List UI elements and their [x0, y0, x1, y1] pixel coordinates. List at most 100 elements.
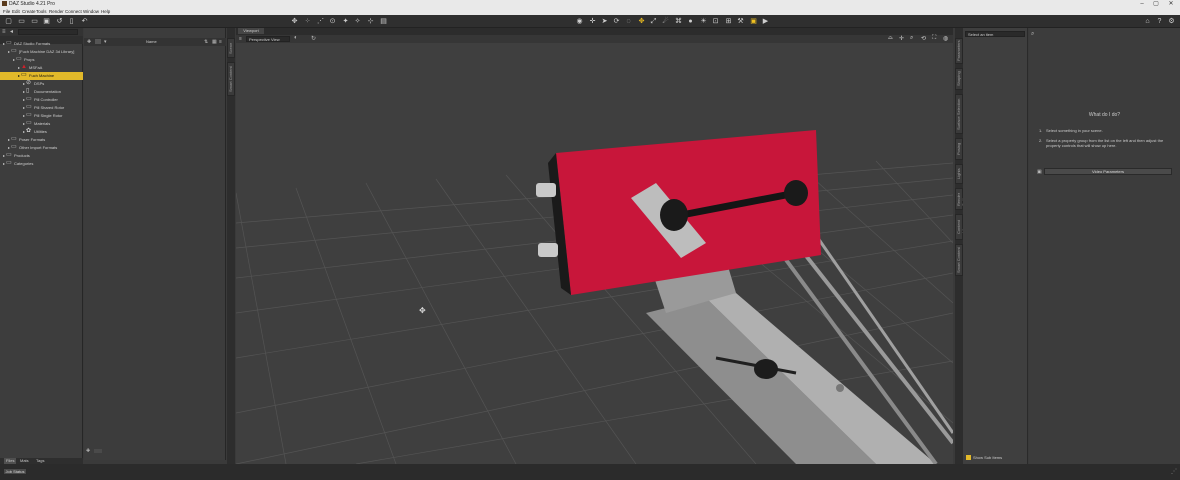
expand-arrow-icon[interactable]: ▸	[18, 73, 20, 78]
expand-arrow-icon[interactable]: ▸	[3, 41, 5, 46]
tree-item[interactable]: ▸▭ Poser Formats	[0, 136, 83, 144]
tab-shaping[interactable]: Shaping	[955, 68, 963, 90]
bend-icon[interactable]: ⌘	[674, 17, 683, 26]
expand-arrow-icon[interactable]: ▸	[8, 49, 10, 54]
tree-item[interactable]: ▸▭ Categories	[0, 160, 83, 168]
tree-item[interactable]: ▸▯ Documentation	[0, 88, 83, 96]
camera-view-icon[interactable]: ⌓	[888, 35, 893, 42]
job-status-button[interactable]: Job Status	[3, 468, 27, 475]
tree-search-input[interactable]	[18, 29, 78, 35]
menu-file[interactable]: File	[3, 9, 10, 14]
menu-tools[interactable]: Tools	[36, 9, 47, 14]
expand-arrow-icon[interactable]: ▸	[8, 137, 10, 142]
spot-render-icon[interactable]: ✧	[353, 17, 362, 26]
scale-icon[interactable]: ⤢	[649, 17, 658, 26]
light-icon[interactable]: ☀	[699, 17, 708, 26]
arrow-left-icon[interactable]: ◂	[10, 29, 16, 35]
minimize-icon[interactable]: –	[1136, 0, 1148, 8]
home-icon[interactable]: ⌂	[1143, 17, 1152, 26]
tab-render-settings[interactable]: Render Settings	[955, 188, 966, 210]
expand-arrow-icon[interactable]: ▸	[18, 65, 20, 70]
content-add-icon[interactable]: ✚	[86, 448, 90, 454]
joint-tool-icon[interactable]: ⊙	[328, 17, 337, 26]
lock-icon[interactable]: ▣	[749, 17, 758, 26]
sphere-icon[interactable]: ●	[686, 17, 695, 26]
menu-icon[interactable]: ≡	[2, 29, 8, 35]
pose-tool-icon[interactable]: ☄	[661, 17, 670, 26]
universal-tool-icon[interactable]: ✥	[290, 17, 299, 26]
expand-arrow-icon[interactable]: ▸	[23, 105, 25, 110]
move-icon[interactable]: ✛	[588, 17, 597, 26]
expand-arrow-icon[interactable]: ▸	[3, 153, 5, 158]
transform-icon[interactable]: ⊹	[366, 17, 375, 26]
zoom-icon[interactable]: ⌕	[910, 35, 913, 42]
list-view-icon[interactable]: ≡	[219, 39, 222, 45]
view-icon[interactable]	[95, 39, 101, 44]
surface-tool-icon[interactable]: ▤	[379, 17, 388, 26]
geometry-editor-icon[interactable]: ✦	[341, 17, 350, 26]
video-icon[interactable]: ▶	[761, 17, 770, 26]
draw-style-icon[interactable]: ◐	[294, 35, 298, 41]
camera-icon[interactable]: ⊡	[711, 17, 720, 26]
menu-render[interactable]: Render	[49, 9, 64, 14]
tab-lights[interactable]: Lights	[955, 164, 963, 184]
active-tool-icon[interactable]: ✥	[637, 17, 646, 26]
menu-help[interactable]: Help	[101, 9, 110, 14]
expand-arrow-icon[interactable]: ▸	[23, 97, 25, 102]
expand-arrow-icon[interactable]: ▸	[8, 145, 10, 150]
video-parameters-button[interactable]: Video Parameters	[1044, 168, 1172, 175]
search-icon[interactable]: ⌕	[1031, 31, 1034, 38]
tree-item[interactable]: ▸▭ Pill Single Rotor	[0, 112, 83, 120]
expand-arrow-icon[interactable]: ▸	[13, 57, 15, 62]
pointer-icon[interactable]: ➤	[600, 17, 609, 26]
open-folder-icon[interactable]: ▭	[17, 17, 26, 26]
pan-icon[interactable]: ✛	[899, 35, 904, 42]
save-icon[interactable]: ▣	[42, 17, 51, 26]
tab-posing[interactable]: Posing	[955, 138, 963, 160]
tree-item[interactable]: ▸▭ Fuch Machine	[0, 72, 83, 80]
view-select[interactable]: Perspective View	[246, 36, 290, 42]
reset-icon[interactable]: ↺	[55, 17, 64, 26]
tree-item[interactable]: ▸▭ Products	[0, 152, 83, 160]
tree-item[interactable]: ▸▭ DAZ Studio Formats	[0, 40, 83, 48]
undo-icon[interactable]: ↶	[80, 17, 89, 26]
3d-viewport[interactable]: ✥	[236, 43, 953, 464]
viewport-menu-icon[interactable]: ≡	[239, 36, 242, 42]
tree-item[interactable]: ▸▭ Other Import Formats	[0, 144, 83, 152]
grid-view-icon[interactable]: ▦	[212, 39, 217, 45]
open-recent-icon[interactable]: ▭	[30, 17, 39, 26]
tab-smart-content[interactable]: Smart Content	[227, 62, 235, 96]
dropdown-icon[interactable]: ▾	[104, 39, 107, 45]
orbit-icon[interactable]: ◌	[624, 17, 633, 26]
orbit-view-icon[interactable]: ⟲	[921, 35, 926, 42]
render-icon[interactable]: ◉	[575, 17, 584, 26]
menu-create[interactable]: Create	[22, 9, 36, 14]
settings-icon[interactable]: ⚙	[1167, 17, 1176, 26]
expand-arrow-icon[interactable]: ▸	[23, 81, 25, 86]
tab-surface-selection[interactable]: Surface Selection	[955, 94, 963, 134]
tree-item[interactable]: ▸✿ Utilities	[0, 128, 83, 136]
close-icon[interactable]: ✕	[1165, 0, 1177, 8]
tab-smart-content-right[interactable]: Smart Content	[955, 244, 963, 276]
add-icon[interactable]: ✚	[87, 39, 91, 45]
tree-item[interactable]: ▸▲ MSFaA	[0, 64, 83, 72]
tab-content-library[interactable]: Content Library	[955, 214, 966, 240]
tree-item[interactable]: ▸⊘ DSPs	[0, 80, 83, 88]
region-select-icon[interactable]: ⋰	[316, 17, 325, 26]
new-file-icon[interactable]: ▢	[4, 17, 13, 26]
refresh-icon[interactable]: ↻	[311, 35, 316, 42]
frame-icon[interactable]: ⛶	[932, 35, 936, 42]
expand-arrow-icon[interactable]: ▸	[23, 121, 25, 126]
menu-edit[interactable]: Edit	[12, 9, 20, 14]
tree-item[interactable]: ▸▭ Materials	[0, 120, 83, 128]
expand-arrow-icon[interactable]: ▸	[3, 161, 5, 166]
expand-arrow-icon[interactable]: ▸	[23, 113, 25, 118]
sort-label[interactable]: Name	[146, 39, 157, 44]
layout-icon[interactable]: ⊞	[724, 17, 733, 26]
menu-window[interactable]: Window	[83, 9, 99, 14]
expand-arrow-icon[interactable]: ▸	[23, 129, 25, 134]
node-select[interactable]: Select an item	[965, 31, 1025, 37]
tab-scene[interactable]: Scene	[227, 38, 235, 58]
tree-item[interactable]: ▸▭ [Fuch Machine DAZ 3d Library]	[0, 48, 83, 56]
wand-icon[interactable]: ⚒	[736, 17, 745, 26]
